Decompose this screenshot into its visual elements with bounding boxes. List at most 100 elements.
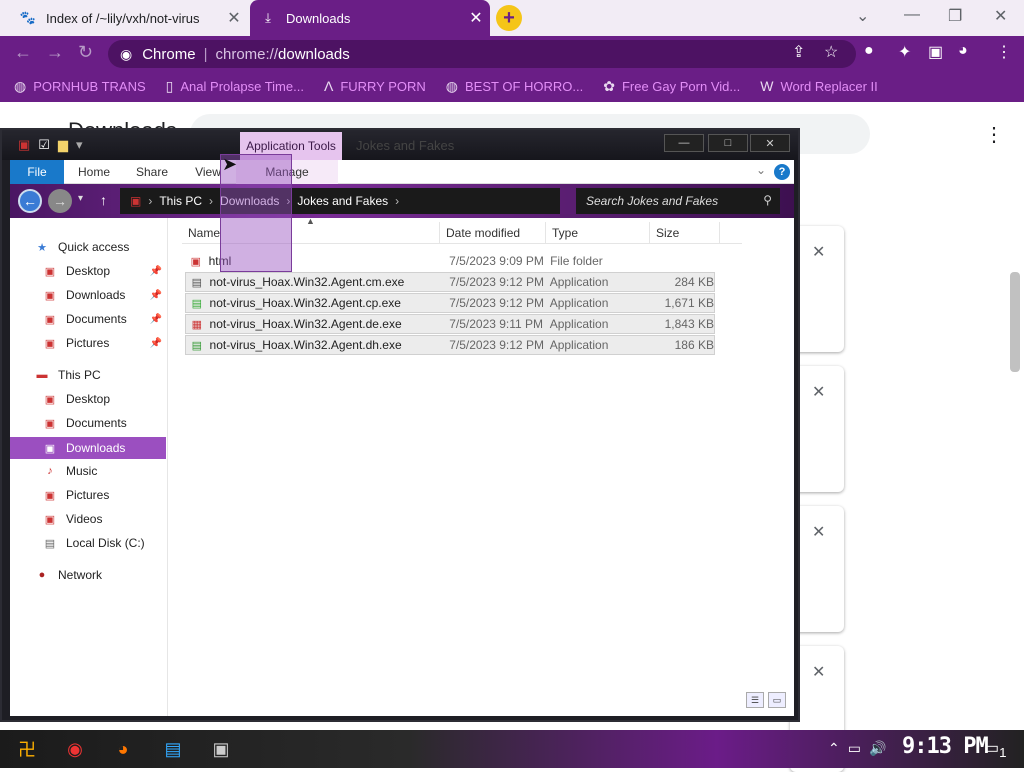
- share-icon[interactable]: ⇪: [792, 42, 805, 62]
- nav-label: Pictures: [66, 336, 110, 350]
- bookmark-item[interactable]: W Word Replacer II: [760, 78, 878, 94]
- nav-pc-downloads[interactable]: ▣ Downloads: [10, 437, 166, 459]
- breadcrumb-item[interactable]: Jokes and Fakes: [297, 194, 388, 208]
- nav-pc-music[interactable]: ♪ Music: [10, 460, 166, 482]
- minimize-icon[interactable]: —: [904, 6, 920, 24]
- column-date-modified[interactable]: Date modified: [440, 221, 546, 244]
- file-name: not-virus_Hoax.Win32.Agent.cm.exe: [209, 275, 405, 289]
- extensions-puzzle-icon[interactable]: ✦: [898, 42, 911, 62]
- back-arrow-icon[interactable]: ←: [14, 42, 32, 63]
- view-toggle: ☰ ▭: [746, 692, 786, 708]
- file-type: Application: [549, 275, 609, 289]
- tab-file[interactable]: File: [10, 159, 64, 184]
- nav-quick-desktop[interactable]: ▣ Desktop 📌: [10, 260, 166, 282]
- bookmark-item[interactable]: ▯ Anal Prolapse Time...: [166, 78, 304, 95]
- search-icon: ⚲: [763, 193, 772, 207]
- nav-pc-local-disk[interactable]: ▤ Local Disk (C:): [10, 532, 166, 554]
- nav-pc-documents[interactable]: ▣ Documents: [10, 412, 166, 434]
- remove-download-icon[interactable]: ✕: [812, 662, 825, 682]
- explorer-content: ★ Quick access ▣ Desktop 📌 ▣ Downloads 📌 ▣ Doc…: [10, 216, 794, 716]
- breadcrumb-item[interactable]: This PC: [159, 194, 202, 208]
- breadcrumb[interactable]: ▣ › This PC › Downloads › Jokes and Fake…: [120, 188, 560, 214]
- nav-network[interactable]: ● Network: [10, 564, 166, 586]
- notification-center-icon[interactable]: ▭1: [984, 738, 1007, 760]
- explorer-title-bar[interactable]: ▣ ☑ ▆ ▾ Application Tools Jokes and Fake…: [2, 130, 798, 160]
- nav-pc-pictures[interactable]: ▣ Pictures: [10, 484, 166, 506]
- remove-download-icon[interactable]: ✕: [812, 382, 825, 402]
- tab-home[interactable]: Home: [64, 160, 124, 184]
- bookmark-item[interactable]: ✿ Free Gay Porn Vid...: [603, 78, 740, 95]
- file-size: 1,843 KB: [664, 317, 714, 331]
- up-arrow-icon[interactable]: ↑: [100, 192, 107, 208]
- browser-tab-strip: 🐾 Index of /~lily/vxh/not-virus ✕ ⤓ Down…: [0, 0, 1024, 36]
- bookmark-item[interactable]: ◍ BEST OF HORRO...: [446, 78, 583, 95]
- back-arrow-icon[interactable]: ←: [18, 189, 42, 213]
- column-type[interactable]: Type: [546, 221, 650, 244]
- tab-index-page[interactable]: 🐾 Index of /~lily/vxh/not-virus ✕: [8, 0, 248, 36]
- nav-quick-access[interactable]: ★ Quick access: [10, 236, 166, 258]
- new-folder-icon[interactable]: ▆: [58, 137, 68, 153]
- profile-extension-icon[interactable]: ●: [864, 42, 874, 60]
- remove-download-icon[interactable]: ✕: [812, 522, 825, 542]
- recent-locations-icon[interactable]: ▾: [78, 193, 83, 204]
- bookmark-item[interactable]: Λ FURRY PORN: [324, 78, 426, 94]
- pictures-icon: ▣: [44, 337, 56, 350]
- more-options-icon[interactable]: ⋮: [984, 122, 1004, 147]
- file-row[interactable]: ▦ not-virus_Hoax.Win32.Agent.de.exe 7/5/…: [185, 314, 715, 334]
- nav-pc-desktop[interactable]: ▣ Desktop: [10, 388, 166, 410]
- forward-arrow-icon[interactable]: →: [48, 189, 72, 213]
- scrollbar-thumb[interactable]: [1010, 272, 1020, 372]
- search-input[interactable]: Search Jokes and Fakes ⚲: [576, 188, 780, 214]
- address-bar[interactable]: ◉ Chrome | chrome://downloads: [108, 40, 856, 68]
- large-icons-view-icon[interactable]: ▭: [768, 692, 786, 708]
- close-tab-icon[interactable]: ✕: [220, 8, 248, 28]
- file-row[interactable]: ▤ not-virus_Hoax.Win32.Agent.cp.exe 7/5/…: [185, 293, 715, 313]
- nav-label: Desktop: [66, 264, 111, 278]
- start-button[interactable]: 卍: [10, 734, 44, 764]
- close-window-icon[interactable]: ✕: [750, 134, 790, 152]
- tab-share[interactable]: Share: [124, 160, 180, 184]
- forward-arrow-icon[interactable]: →: [46, 42, 64, 63]
- bookmark-label: FURRY PORN: [340, 78, 426, 94]
- firefox-taskbar-icon[interactable]: ◕: [106, 734, 140, 764]
- nav-quick-documents[interactable]: ▣ Documents 📌: [10, 308, 166, 330]
- clock[interactable]: 9:13 PM: [902, 734, 989, 759]
- photos-taskbar-icon[interactable]: ▣: [204, 734, 238, 764]
- minimize-icon[interactable]: —: [664, 134, 704, 152]
- new-tab-button[interactable]: +: [496, 5, 522, 31]
- nav-quick-downloads[interactable]: ▣ Downloads 📌: [10, 284, 166, 306]
- properties-icon[interactable]: ☑: [38, 137, 50, 153]
- side-panel-icon[interactable]: ▣: [928, 42, 943, 62]
- column-size[interactable]: Size: [650, 221, 720, 244]
- network-icon[interactable]: ▭: [848, 740, 861, 757]
- tab-downloads[interactable]: ⤓ Downloads ✕: [250, 0, 490, 36]
- customize-qat-icon[interactable]: ▾: [76, 137, 83, 153]
- chevron-up-icon[interactable]: ⌃: [828, 740, 840, 757]
- folder-app-icon[interactable]: ▣: [18, 137, 30, 153]
- file-row[interactable]: ▤ not-virus_Hoax.Win32.Agent.dh.exe 7/5/…: [185, 335, 715, 355]
- file-explorer-taskbar-icon[interactable]: ▤: [156, 734, 190, 764]
- help-icon[interactable]: ?: [774, 164, 790, 180]
- menu-dots-icon[interactable]: ⋮: [996, 42, 1012, 62]
- chrome-taskbar-icon[interactable]: ◉: [58, 734, 92, 764]
- bookmark-item[interactable]: ◍ PORNHUB TRANS: [14, 78, 146, 95]
- address-bar: ← → ▾ ↑ ▣ › This PC › Downloads › Jokes …: [10, 184, 794, 218]
- file-row[interactable]: ▤ not-virus_Hoax.Win32.Agent.cm.exe 7/5/…: [185, 272, 715, 292]
- details-view-icon[interactable]: ☰: [746, 692, 764, 708]
- avatar[interactable]: ◕: [958, 42, 968, 60]
- maximize-icon[interactable]: □: [708, 134, 748, 152]
- nav-pc-videos[interactable]: ▣ Videos: [10, 508, 166, 530]
- nav-quick-pictures[interactable]: ▣ Pictures 📌: [10, 332, 166, 354]
- breadcrumb-separator: ›: [209, 194, 214, 208]
- expand-ribbon-icon[interactable]: ⌄: [756, 163, 766, 177]
- remove-download-icon[interactable]: ✕: [812, 242, 825, 262]
- file-type: Application: [549, 317, 609, 331]
- close-tab-icon[interactable]: ✕: [462, 8, 490, 28]
- restore-icon[interactable]: ❐: [948, 6, 962, 26]
- star-icon[interactable]: ☆: [824, 42, 838, 62]
- close-window-icon[interactable]: ✕: [994, 6, 1007, 26]
- nav-this-pc[interactable]: ▬ This PC: [10, 364, 166, 386]
- volume-icon[interactable]: 🔊: [869, 740, 886, 757]
- reload-icon[interactable]: ↻: [78, 42, 93, 63]
- tab-search-icon[interactable]: ⌄: [856, 6, 869, 26]
